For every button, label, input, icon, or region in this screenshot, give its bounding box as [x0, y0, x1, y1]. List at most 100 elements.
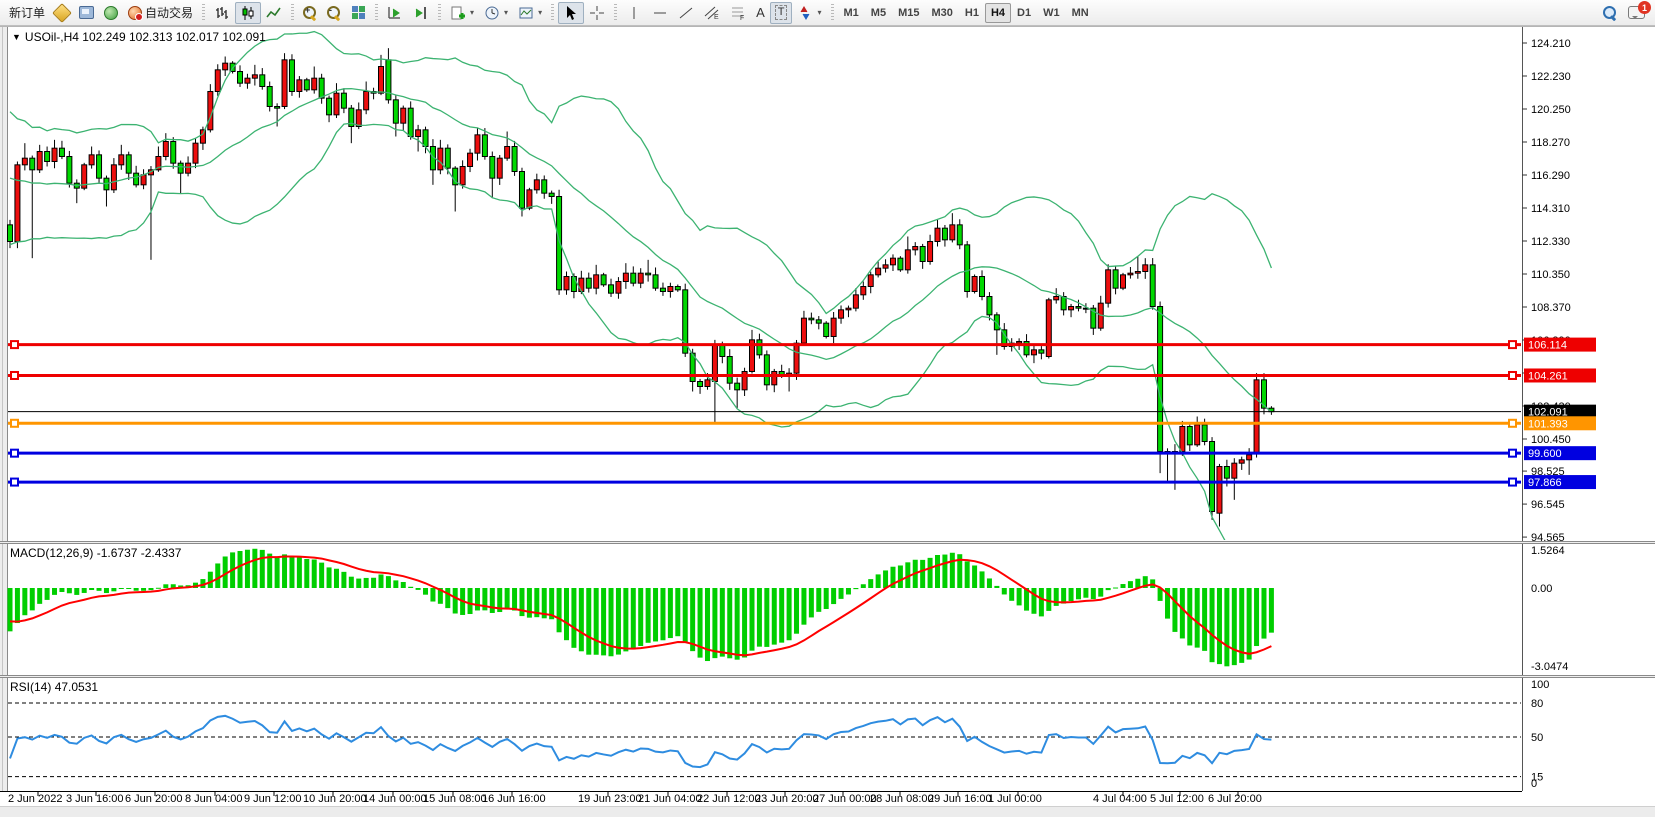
svg-text:112.330: 112.330 [1531, 236, 1570, 248]
svg-text:15 Jun 08:00: 15 Jun 08:00 [423, 793, 487, 805]
toolbar-grip [291, 4, 294, 22]
text-button[interactable]: A [751, 2, 770, 24]
svg-text:96.545: 96.545 [1531, 499, 1565, 511]
svg-text:21 Jun 04:00: 21 Jun 04:00 [638, 793, 702, 805]
svg-text:114.310: 114.310 [1531, 203, 1570, 215]
svg-text:99.600: 99.600 [1528, 448, 1562, 460]
svg-text:10 Jun 20:00: 10 Jun 20:00 [303, 793, 367, 805]
text-icon: A [756, 6, 765, 19]
tf-button-MN[interactable]: MN [1066, 3, 1095, 23]
search-button[interactable] [1598, 2, 1622, 24]
equidistant-channel-button[interactable]: E [699, 2, 725, 24]
templates-button[interactable]: ▾ [513, 2, 547, 24]
svg-text:50: 50 [1531, 732, 1543, 744]
zoom-in-button[interactable]: + [298, 2, 322, 24]
svg-text:F: F [740, 15, 744, 21]
panel-backgrounds [0, 26, 1655, 817]
chevron-down-icon[interactable]: ▼ [12, 32, 21, 42]
navigator-icon [104, 6, 118, 20]
rsi-name: RSI(14) [10, 680, 51, 694]
svg-text:6 Jun 20:00: 6 Jun 20:00 [125, 793, 183, 805]
tf-button-H4[interactable]: H4 [985, 3, 1011, 23]
chart-ohlc-values: 102.249 102.313 102.017 102.091 [82, 30, 266, 44]
clock-icon [484, 5, 500, 21]
svg-text:-3.0474: -3.0474 [1531, 661, 1568, 673]
macd-main-value: -1.6737 [97, 546, 138, 560]
templates-icon [518, 5, 534, 21]
chart-svg: 124.210122.230120.250118.270116.290114.3… [0, 0, 1655, 817]
horizontal-line-button[interactable] [647, 2, 673, 24]
new-order-button[interactable]: 新订单 [4, 2, 50, 24]
bar-chart-button[interactable] [209, 2, 235, 24]
auto-scroll-button[interactable] [382, 2, 408, 24]
terminal-button[interactable] [74, 2, 99, 24]
svg-text:8 Jun 04:00: 8 Jun 04:00 [185, 793, 243, 805]
fibonacci-button[interactable]: F [725, 2, 751, 24]
svg-text:4 Jul 04:00: 4 Jul 04:00 [1093, 793, 1147, 805]
tile-windows-button[interactable] [346, 2, 371, 24]
chart-shift-icon [413, 5, 429, 21]
autotrade-icon [128, 6, 142, 20]
new-chart-icon [450, 5, 466, 21]
chart-symbol-period: USOil-,H4 [25, 30, 79, 44]
svg-text:106.114: 106.114 [1528, 340, 1567, 352]
new-order-button-label: 新订单 [9, 4, 45, 21]
mt4-window: 新订单 自动交易 +- ▾ ▾ ▾ E F AT ▾ M1M5M15M30H1H4D1W1MN 1 1… [0, 0, 1655, 817]
chart-title: ▼ USOil-,H4 102.249 102.313 102.017 102.0… [12, 30, 266, 44]
tf-button-H1[interactable]: H1 [959, 3, 985, 23]
chart-shift-button[interactable] [408, 2, 434, 24]
macd-signal-value: -2.4337 [141, 546, 182, 560]
crosshair-button[interactable] [584, 2, 610, 24]
notification-badge: 1 [1638, 1, 1651, 14]
search-icon [1603, 6, 1617, 20]
cursor-icon [563, 5, 579, 21]
svg-text:80: 80 [1531, 698, 1543, 710]
crosshair-icon [589, 5, 605, 21]
dropdown-arrow-icon: ▾ [504, 8, 508, 17]
toolbar-grip [438, 4, 441, 22]
svg-text:E: E [714, 14, 719, 21]
navigator-button[interactable] [99, 2, 123, 24]
text-label-icon: T [775, 5, 788, 20]
svg-text:0: 0 [1531, 778, 1537, 790]
zoom-in-icon: + [303, 6, 317, 20]
toolbar-grip [551, 4, 554, 22]
svg-text:100: 100 [1531, 679, 1549, 691]
chart-canvas[interactable]: 124.210122.230120.250118.270116.290114.3… [0, 0, 1655, 817]
tf-button-M1[interactable]: M1 [838, 3, 865, 23]
line-chart-button[interactable] [261, 2, 287, 24]
candlestick-chart-button[interactable] [235, 2, 261, 24]
gold-diamond-button[interactable] [50, 2, 74, 24]
svg-text:19 Jun 23:00: 19 Jun 23:00 [578, 793, 642, 805]
tf-button-M30[interactable]: M30 [925, 3, 958, 23]
vertical-line-button[interactable] [621, 2, 647, 24]
timeframes-menu-button[interactable]: ▾ [479, 2, 513, 24]
toolbar-grip [375, 4, 378, 22]
svg-text:124.210: 124.210 [1531, 38, 1571, 50]
arrows-button[interactable]: ▾ [792, 2, 826, 24]
toolbar-grip [614, 4, 617, 22]
svg-text:3 Jun 16:00: 3 Jun 16:00 [66, 793, 124, 805]
toolbar-grip [202, 4, 205, 22]
toolbar: 新订单 自动交易 +- ▾ ▾ ▾ E F AT ▾ M1M5M15M30H1H4D1W1MN 1 [0, 0, 1655, 26]
svg-text:23 Jun 20:00: 23 Jun 20:00 [755, 793, 819, 805]
svg-text:0.00: 0.00 [1531, 583, 1552, 595]
svg-text:2 Jun 2022: 2 Jun 2022 [8, 793, 62, 805]
svg-text:9 Jun 12:00: 9 Jun 12:00 [244, 793, 302, 805]
svg-text:104.261: 104.261 [1528, 370, 1568, 382]
tf-button-D1[interactable]: D1 [1011, 3, 1037, 23]
tf-button-M15[interactable]: M15 [892, 3, 925, 23]
svg-text:116.290: 116.290 [1531, 170, 1570, 182]
zoom-out-button[interactable]: - [322, 2, 346, 24]
dropdown-arrow-icon: ▾ [470, 8, 474, 17]
autotrading-button[interactable]: 自动交易 [123, 2, 198, 24]
rsi-value: 47.0531 [55, 680, 98, 694]
new-chart-button[interactable]: ▾ [445, 2, 479, 24]
tf-button-W1[interactable]: W1 [1037, 3, 1066, 23]
chat-button[interactable]: 1 [1628, 6, 1645, 19]
tf-button-M5[interactable]: M5 [865, 3, 892, 23]
text-label-button[interactable]: T [770, 2, 793, 24]
cursor-button[interactable] [558, 2, 584, 24]
trendline-button[interactable] [673, 2, 699, 24]
svg-text:16 Jun 16:00: 16 Jun 16:00 [482, 793, 546, 805]
